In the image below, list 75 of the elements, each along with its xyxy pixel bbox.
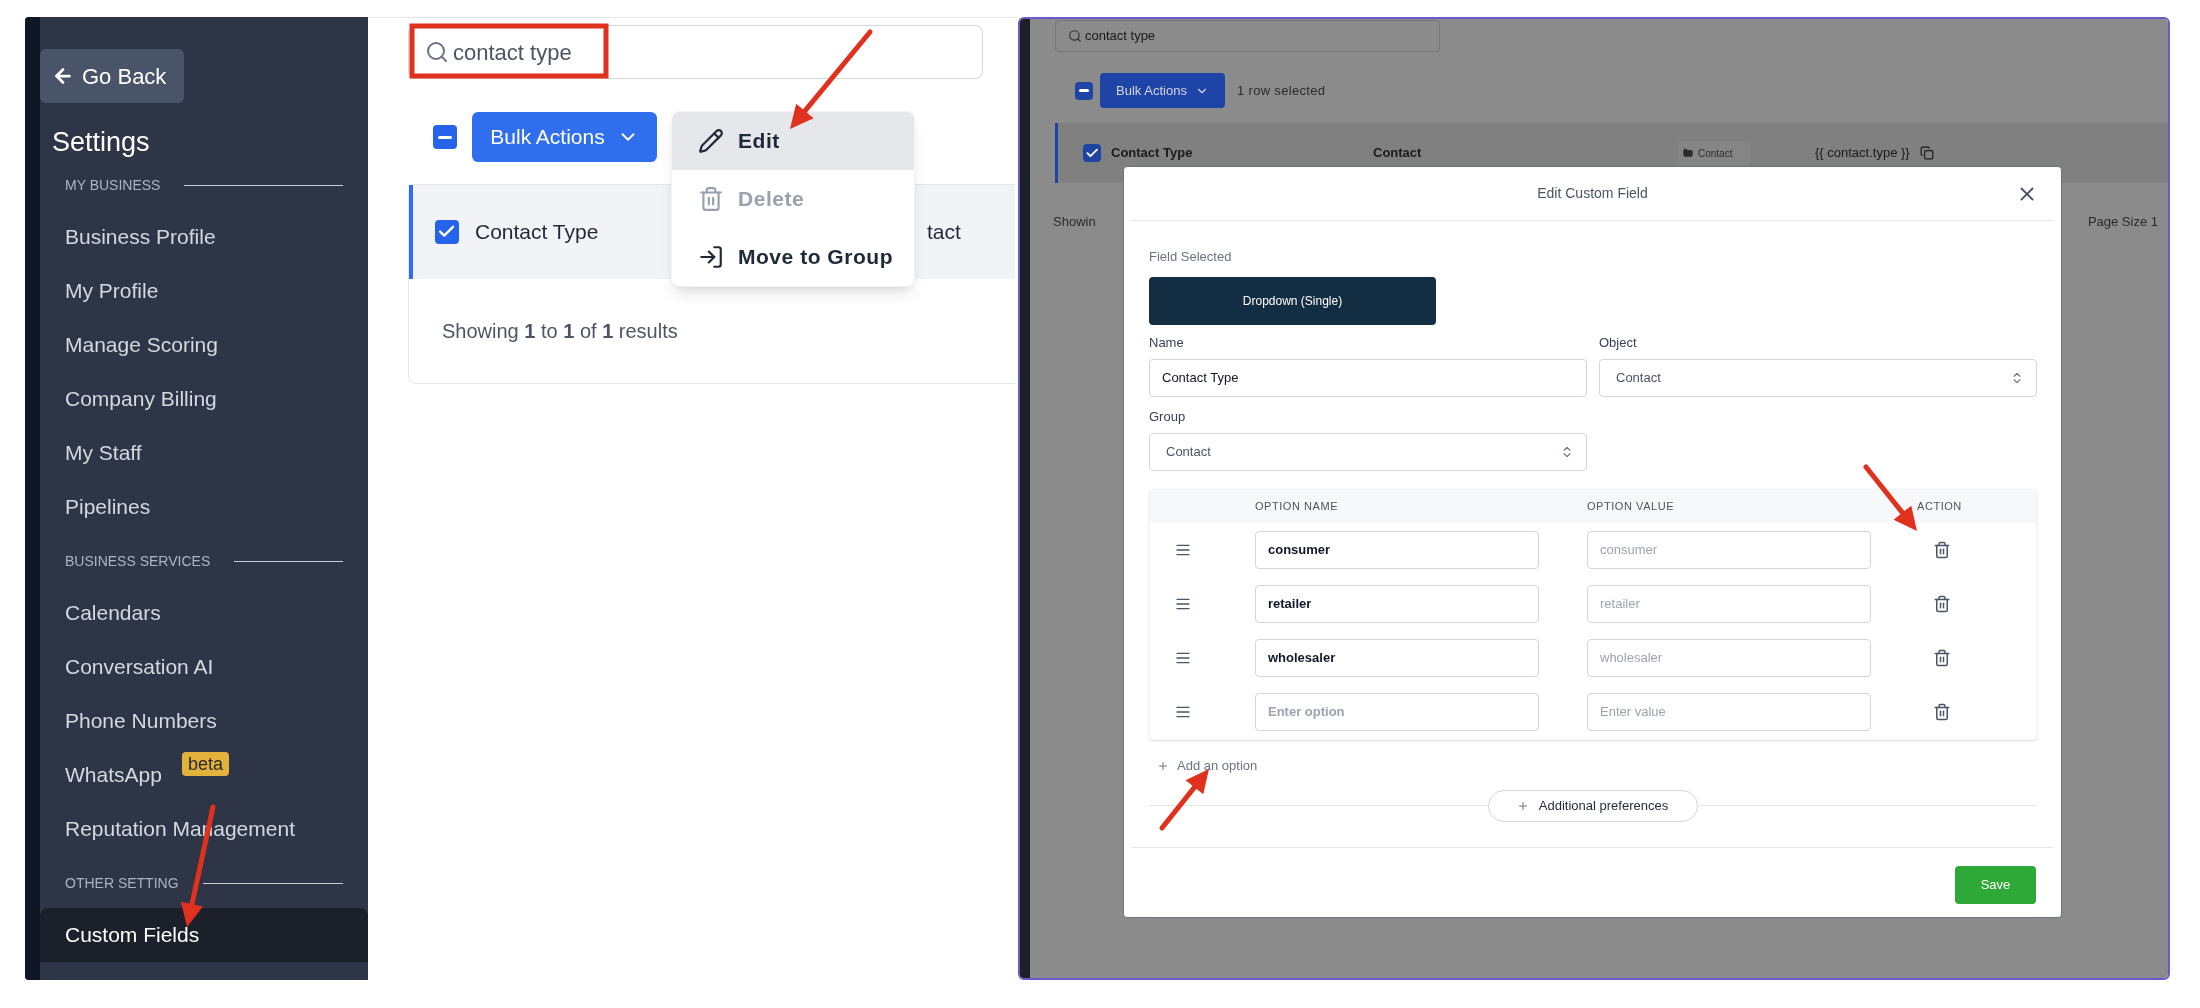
option-input[interactable]: retailer <box>1587 584 1871 623</box>
results-count: Showin <box>1053 212 1096 231</box>
selection-info: 1 row selected <box>1237 81 1326 100</box>
sidebar-item[interactable]: Conversation AI <box>40 640 368 694</box>
sidebar-item[interactable]: My Staff <box>40 426 368 480</box>
search-field[interactable]: contact type <box>408 25 983 79</box>
minus-icon <box>1078 89 1090 92</box>
trash-icon[interactable] <box>1933 648 1951 667</box>
search-icon <box>425 40 449 64</box>
text-field[interactable]: Contact Type <box>1149 358 1587 397</box>
plus-icon <box>1516 799 1529 812</box>
column-header: ACTION <box>1917 498 1962 514</box>
bulk-actions-button[interactable]: Bulk Actions <box>1100 73 1225 108</box>
option-input[interactable]: Enter value <box>1587 692 1871 731</box>
copy-icon[interactable] <box>1919 146 1934 160</box>
pencil-icon <box>698 128 724 154</box>
page-size: Page Size 1 <box>2087 212 2158 231</box>
select-field[interactable]: Contact <box>1149 432 1587 471</box>
checkbox[interactable] <box>1075 81 1093 100</box>
annotation-arrow <box>1159 769 1209 831</box>
back-button[interactable]: Go Back <box>40 49 184 103</box>
checkbox[interactable] <box>435 220 459 244</box>
trash-icon[interactable] <box>1933 702 1951 721</box>
sidebar-item[interactable]: Company Billing <box>40 372 368 426</box>
column-header: OPTION NAME <box>1255 498 1340 514</box>
group-chip: Contact <box>1678 141 1750 165</box>
sidebar-item[interactable]: Custom Fields <box>40 908 368 962</box>
section-heading: MY BUSINESS <box>65 175 161 195</box>
option-input[interactable]: wholesaler <box>1587 638 1871 677</box>
search-field[interactable]: contact type <box>1055 20 1440 52</box>
option-input[interactable]: Enter option <box>1255 692 1539 731</box>
trash-icon[interactable] <box>1933 540 1951 559</box>
table-cell-text: tact <box>927 219 961 246</box>
add-option-link[interactable]: Add an option <box>1157 755 2036 776</box>
bulk-actions-button[interactable]: Bulk Actions <box>472 112 657 162</box>
table-cell-text: Contact <box>1373 144 1423 163</box>
option-input[interactable]: consumer <box>1255 530 1539 569</box>
sidebar-item[interactable]: Pipelines <box>40 480 368 534</box>
column-header: OPTION VALUE <box>1587 498 1676 514</box>
section-heading: BUSINESS SERVICES <box>65 551 211 571</box>
field-type-button[interactable]: Dropdown (Single) <box>1149 276 1436 325</box>
sidebar-item[interactable]: WhatsApp beta <box>40 748 368 802</box>
option-input[interactable]: wholesaler <box>1255 638 1539 677</box>
checkbox[interactable] <box>1083 144 1101 162</box>
trash-icon[interactable] <box>1933 594 1951 613</box>
plus-icon <box>1157 759 1169 772</box>
sidebar-item[interactable]: My Profile <box>40 264 368 318</box>
sidebar-item[interactable]: Business Profile <box>40 210 368 264</box>
section-heading: OTHER SETTING <box>65 873 179 893</box>
search-icon <box>1068 29 1082 43</box>
table-cell-text: Contact Type <box>475 219 600 246</box>
table-cell-text: Contact Type <box>1111 144 1194 163</box>
sidebar-title: Settings <box>52 126 151 158</box>
folder-icon <box>1683 148 1693 158</box>
beta-badge: beta <box>181 752 229 776</box>
dialog-title: Edit Custom Field <box>1537 184 1648 203</box>
field-label: Object <box>1599 334 1638 351</box>
sidebar-item[interactable]: Manage Scoring <box>40 318 368 372</box>
sidebar-item[interactable]: Phone Numbers <box>40 694 368 748</box>
field-label: Group <box>1149 408 1187 425</box>
field-selected-label: Field Selected <box>1149 248 1233 266</box>
checkbox[interactable] <box>433 125 457 149</box>
option-input[interactable]: retailer <box>1255 584 1539 623</box>
menu-item[interactable]: Edit <box>672 112 914 170</box>
results-count: Showing 1 to 1 of 1 results <box>442 319 678 344</box>
trash-icon <box>698 186 724 212</box>
option-input[interactable]: consumer <box>1587 530 1871 569</box>
sidebar-item[interactable]: Calendars <box>40 586 368 640</box>
menu-item[interactable]: Move to Group <box>672 228 914 286</box>
move-icon <box>698 244 724 270</box>
minus-icon <box>437 135 453 139</box>
annotation-arrow <box>1863 464 1917 531</box>
select-field[interactable]: Contact <box>1599 358 2037 397</box>
table-cell-text: {{ contact.type }} <box>1815 144 1910 163</box>
field-label: Name <box>1149 334 1185 351</box>
